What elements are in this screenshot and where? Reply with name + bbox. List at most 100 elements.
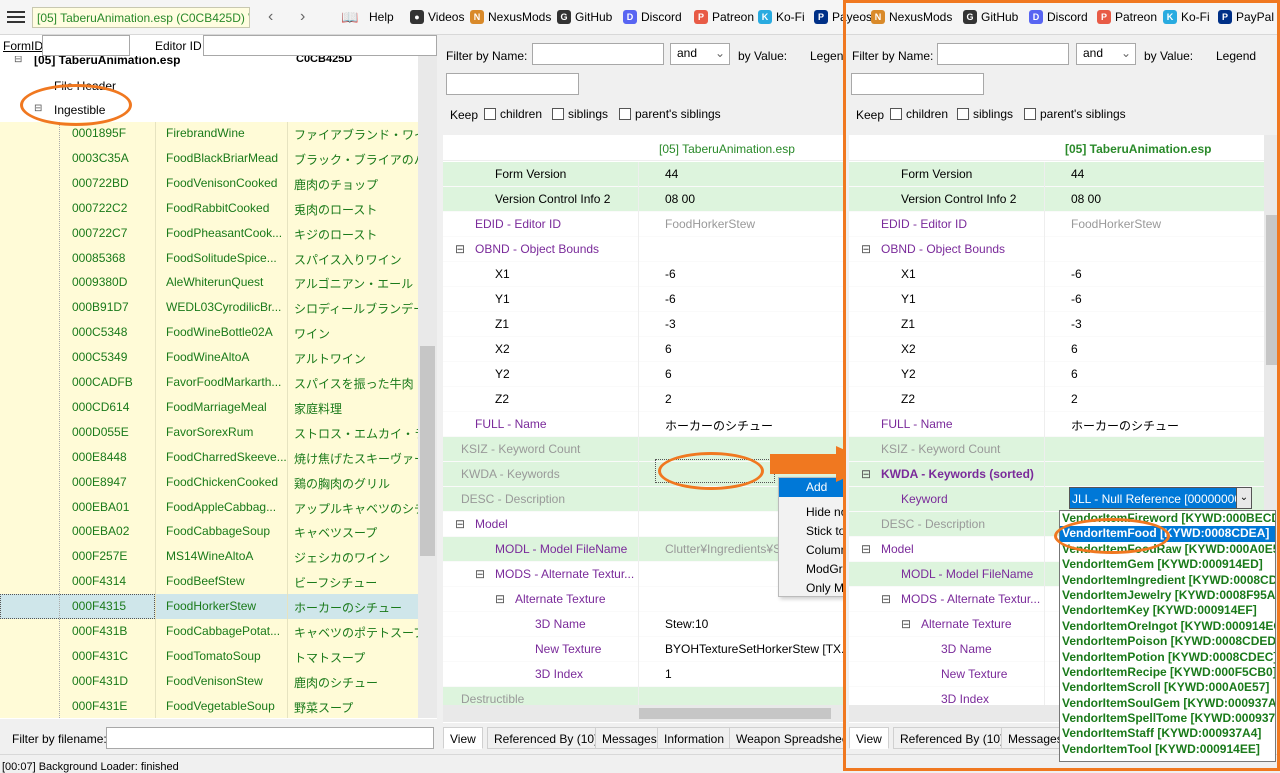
grid-row[interactable]: ⊟ OBND - Object Bounds (443, 237, 847, 262)
link-github-3[interactable]: G GitHub (557, 10, 612, 24)
keep-parents-checkbox-right[interactable]: parent's siblings (1024, 107, 1126, 121)
formid-input[interactable] (42, 35, 130, 56)
tree-row[interactable]: 0009380D AleWhiterunQuest アルゴニアン・エール (0, 270, 418, 295)
grid-row[interactable]: Z1 -3 (849, 312, 1269, 337)
tree-row[interactable]: 000C5349 FoodWineAltoA アルトワイン (0, 345, 418, 370)
collapse-icon[interactable]: ⊟ (861, 467, 871, 481)
grid-row[interactable]: FULL - Name ホーカーのシチュー (443, 412, 847, 437)
collapse-icon[interactable]: ⊟ (861, 242, 871, 256)
dropdown-option[interactable]: VendorItemGem [KYWD:000914ED] (1060, 557, 1275, 572)
tree-scrollbar[interactable] (418, 56, 437, 718)
grid-row[interactable]: FULL - Name ホーカーのシチュー (849, 412, 1269, 437)
context-menu-item[interactable]: ModGr (779, 560, 843, 579)
dropdown-option[interactable]: VendorItemOreIngot [KYWD:000914EC] (1060, 619, 1275, 634)
tab-view[interactable]: View (849, 727, 889, 749)
keep-parents-checkbox[interactable]: parent's siblings (619, 107, 721, 121)
dropdown-option[interactable]: VendorItemPoison [KYWD:0008CDED] (1060, 634, 1275, 649)
grid-row[interactable]: Y1 -6 (849, 287, 1269, 312)
dropdown-option[interactable]: VendorItemSpellTome [KYWD:000937A5] (1060, 711, 1275, 726)
forward-arrow-icon[interactable]: › (300, 8, 305, 26)
grid-row[interactable]: Form Version 44 (849, 162, 1269, 187)
collapse-icon[interactable]: ⊟ (475, 567, 485, 581)
tree-row[interactable]: 000722BD FoodVenisonCooked 鹿肉のチョップ (0, 171, 418, 196)
grid-row[interactable]: Y2 6 (849, 362, 1269, 387)
link-paypal-13[interactable]: P PayPal (1218, 10, 1274, 24)
link-github-9[interactable]: G GitHub (963, 10, 1018, 24)
collapse-icon[interactable]: ⊟ (455, 242, 465, 256)
keyword-combobox[interactable]: JLL - Null Reference [00000000] (1069, 487, 1250, 509)
legend-label[interactable]: Legend (810, 49, 850, 63)
grid-row[interactable]: ⊟ OBND - Object Bounds (849, 237, 1269, 262)
tree-row[interactable]: 000F4315 FoodHorkerStew ホーカーのシチュー (0, 594, 418, 620)
link-ko-fi-12[interactable]: K Ko-Fi (1163, 10, 1210, 24)
tab-view[interactable]: View (443, 727, 483, 749)
and-select[interactable]: and ⌄ (670, 43, 730, 65)
tree-row[interactable]: 000F4314 FoodBeefStew ビーフシチュー (0, 569, 418, 594)
filter-name-input-right[interactable] (937, 43, 1069, 65)
tab-referenced-by-[interactable]: Referenced By (10) (893, 727, 1012, 749)
collapse-icon[interactable]: ⊟ (901, 617, 911, 631)
dropdown-option[interactable]: VendorItemRecipe [KYWD:000F5CB0] (1060, 665, 1275, 680)
grid-row[interactable]: Z1 -3 (443, 312, 847, 337)
tree-row[interactable]: 00085368 FoodSolitudeSpice... スパイス入りワイン (0, 246, 418, 271)
dropdown-option[interactable]: VendorItemTool [KYWD:000914EE] (1060, 742, 1275, 757)
grid-row[interactable]: 3D Index 1 (443, 662, 847, 687)
collapse-icon[interactable]: ⊟ (881, 592, 891, 606)
chevron-down-icon[interactable]: ⌄ (1236, 487, 1252, 509)
filter-value-input-right[interactable] (851, 73, 984, 95)
collapse-icon[interactable]: ⊟ (455, 517, 465, 531)
context-menu-item[interactable]: Column (779, 541, 843, 560)
tree-row[interactable]: 000F431D FoodVenisonStew 鹿肉のシチュー (0, 669, 418, 694)
dropdown-option[interactable]: VendorItemKey [KYWD:000914EF] (1060, 603, 1275, 618)
link-payeos-7[interactable]: P Payeos (814, 10, 872, 24)
tree-row[interactable]: 000F431E FoodVegetableSoup 野菜スープ (0, 694, 418, 718)
dropdown-option[interactable]: VendorItemJewelry [KYWD:0008F95A] (1060, 588, 1275, 603)
tree-row[interactable]: 000E8947 FoodChickenCooked 鶏の胸肉のグリル (0, 470, 418, 495)
tree-row[interactable]: 000EBA02 FoodCabbageSoup キャベツスープ (0, 519, 418, 544)
grid-row[interactable]: New Texture BYOHTextureSetHorkerStew [TX.… (443, 637, 847, 662)
grid-row[interactable]: X1 -6 (443, 262, 847, 287)
tree-row[interactable]: 000722C2 FoodRabbitCooked 兎肉のロースト (0, 196, 418, 221)
grid-row[interactable]: X2 6 (849, 337, 1269, 362)
grid-row[interactable]: Y1 -6 (443, 287, 847, 312)
keep-children-checkbox-right[interactable]: children (890, 107, 948, 121)
dropdown-option[interactable]: VendorItemScroll [KYWD:000A0E57] (1060, 680, 1275, 695)
link-discord-4[interactable]: D Discord (623, 10, 682, 24)
link-patreon-5[interactable]: P Patreon (694, 10, 754, 24)
tree-row[interactable]: 000F431B FoodCabbagePotat... キャベツのポテトスープ (0, 619, 418, 644)
link-nexusmods-2[interactable]: N NexusMods (470, 10, 551, 24)
plugin-node[interactable]: [05] TaberuAnimation.esp (34, 56, 180, 67)
dropdown-option[interactable]: VendorItemSoulGem [KYWD:000937A3] (1060, 696, 1275, 711)
grid-row[interactable]: X2 6 (443, 337, 847, 362)
tree-row[interactable]: 000F257E MS14WineAltoA ジェシカのワイン (0, 544, 418, 569)
grid-row[interactable]: KSIZ - Keyword Count (849, 437, 1269, 462)
filter-name-input[interactable] (532, 43, 664, 65)
collapse-icon[interactable]: ⊟ (495, 592, 505, 606)
dropdown-option[interactable]: VendorItemStaff [KYWD:000937A4] (1060, 726, 1275, 741)
collapse-icon[interactable]: ⊟ (861, 542, 871, 556)
grid-row[interactable]: Version Control Info 2 08 00 (443, 187, 847, 212)
tree-row[interactable]: 0003C35A FoodBlackBriarMead ブラック・ブライアのハチミ (0, 146, 418, 171)
back-arrow-icon[interactable]: ‹ (268, 8, 273, 26)
tree-row[interactable]: 000722C7 FoodPheasantCook... キジのロースト (0, 221, 418, 246)
context-menu-item[interactable]: Stick to (779, 522, 843, 541)
right-hscrollbar[interactable] (849, 705, 1061, 722)
link-patreon-11[interactable]: P Patreon (1097, 10, 1157, 24)
tab-referenced-by-[interactable]: Referenced By (10) (487, 727, 606, 749)
grid-row[interactable]: Z2 2 (443, 387, 847, 412)
tree-row[interactable]: 000F431C FoodTomatoSoup トマトスープ (0, 644, 418, 669)
grid-row[interactable]: Z2 2 (849, 387, 1269, 412)
grid-row[interactable]: ⊟ KWDA - Keywords (sorted) (849, 462, 1269, 487)
filter-value-input[interactable] (446, 73, 579, 95)
context-menu-item[interactable]: Hide no (779, 503, 843, 522)
hamburger-menu-icon[interactable] (7, 11, 25, 23)
tab-information[interactable]: Information (657, 727, 732, 749)
tree-row[interactable]: 000D055E FavorSorexRum ストロス・エムカイ・ラム (0, 420, 418, 445)
grid-row[interactable]: Y2 6 (443, 362, 847, 387)
grid-row[interactable]: X1 -6 (849, 262, 1269, 287)
link-help-0[interactable]: 📖 Help (335, 10, 393, 24)
link-ko-fi-6[interactable]: K Ko-Fi (758, 10, 805, 24)
context-menu-item[interactable]: Only M (779, 579, 843, 598)
keep-siblings-checkbox[interactable]: siblings (552, 107, 608, 121)
link-videos-1[interactable]: ● Videos (410, 10, 464, 24)
